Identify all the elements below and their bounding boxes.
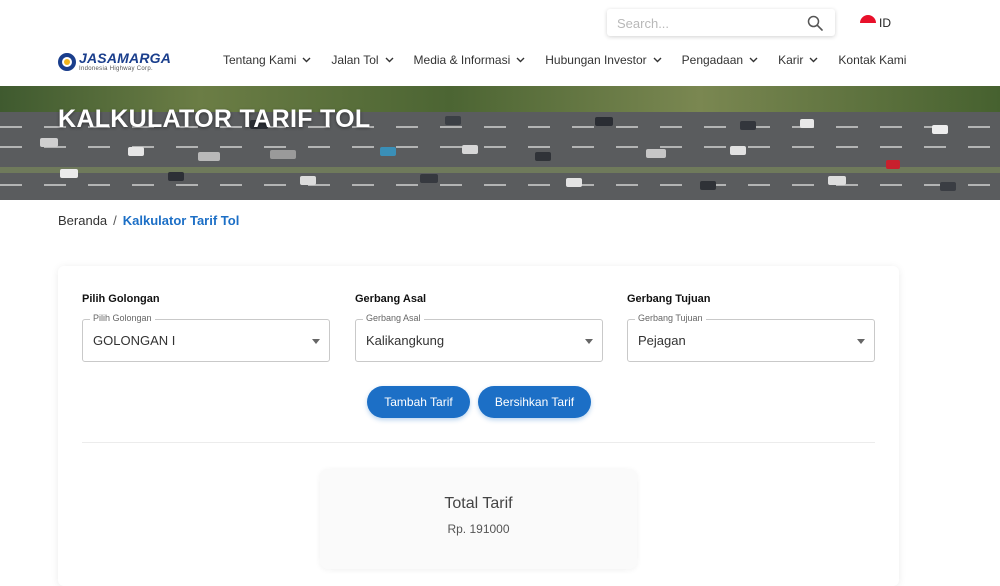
chevron-down-icon <box>653 57 662 63</box>
total-tarif-box: Total Tarif Rp. 191000 <box>320 469 637 569</box>
page-title: KALKULATOR TARIF TOL <box>58 105 371 133</box>
gerbang-asal-legend: Gerbang Asal <box>363 313 424 323</box>
chevron-down-icon <box>749 57 758 63</box>
golongan-field: Pilih Golongan Pilih Golongan GOLONGAN I <box>82 293 330 362</box>
gerbang-asal-field: Gerbang Asal Gerbang Asal Kalikangkung <box>355 293 603 362</box>
nav-tentang-kami[interactable]: Tentang Kami <box>223 53 311 67</box>
jasamarga-logo[interactable]: JASAMARGA Indonesia Highway Corp. <box>58 51 171 72</box>
chevron-down-icon <box>302 57 311 63</box>
chevron-down-icon <box>385 57 394 63</box>
logo-mark-icon <box>58 52 76 71</box>
nav-label: Tentang Kami <box>223 53 297 67</box>
nav-label: Hubungan Investor <box>545 53 647 67</box>
nav-jalan-tol[interactable]: Jalan Tol <box>331 53 394 67</box>
language-code: ID <box>879 16 891 30</box>
search-icon[interactable] <box>807 15 823 31</box>
hero-banner: KALKULATOR TARIF TOL <box>0 86 1000 200</box>
nav-label: Jalan Tol <box>331 53 379 67</box>
nav-kontak-kami[interactable]: Kontak Kami <box>838 53 906 67</box>
logo-name: JASAMARGA <box>79 50 172 66</box>
gerbang-tujuan-select[interactable]: Gerbang Tujuan Pejagan <box>627 313 875 362</box>
nav-label: Media & Informasi <box>413 53 511 67</box>
golongan-label: Pilih Golongan <box>82 293 160 305</box>
gerbang-tujuan-label: Gerbang Tujuan <box>627 293 711 305</box>
divider <box>82 442 875 443</box>
nav-hubungan-investor[interactable]: Hubungan Investor <box>545 53 662 67</box>
tambah-tarif-button[interactable]: Tambah Tarif <box>367 386 470 418</box>
gerbang-tujuan-value: Pejagan <box>638 333 686 348</box>
gerbang-asal-value: Kalikangkung <box>366 333 445 348</box>
breadcrumb-separator: / <box>113 213 117 228</box>
main-nav: Tentang Kami Jalan Tol Media & Informasi… <box>223 53 906 67</box>
language-switcher[interactable]: ID <box>860 14 891 32</box>
bersihkan-tarif-button[interactable]: Bersihkan Tarif <box>478 386 591 418</box>
golongan-legend: Pilih Golongan <box>90 313 155 323</box>
toll-calculator-card: Pilih Golongan Pilih Golongan GOLONGAN I… <box>58 266 899 586</box>
total-tarif-title: Total Tarif <box>444 495 513 512</box>
breadcrumb-home-link[interactable]: Beranda <box>58 213 107 228</box>
indonesia-flag-icon <box>860 15 876 31</box>
gerbang-tujuan-legend: Gerbang Tujuan <box>635 313 706 323</box>
search-box[interactable] <box>607 9 835 36</box>
chevron-down-icon <box>809 57 818 63</box>
nav-media-informasi[interactable]: Media & Informasi <box>414 53 526 67</box>
dropdown-caret-icon <box>585 339 593 344</box>
logo-tagline: Indonesia Highway Corp. <box>79 66 153 72</box>
dropdown-caret-icon <box>312 339 320 344</box>
site-header: ID JASAMARGA Indonesia Highway Corp. Ten… <box>0 0 1000 86</box>
golongan-select[interactable]: Pilih Golongan GOLONGAN I <box>82 313 330 362</box>
chevron-down-icon <box>516 57 525 63</box>
nav-label: Kontak Kami <box>838 53 907 67</box>
gerbang-asal-label: Gerbang Asal <box>355 293 427 305</box>
gerbang-tujuan-field: Gerbang Tujuan Gerbang Tujuan Pejagan <box>627 293 875 362</box>
nav-pengadaan[interactable]: Pengadaan <box>682 53 758 67</box>
breadcrumb-current: Kalkulator Tarif Tol <box>122 213 240 228</box>
breadcrumb: Beranda / Kalkulator Tarif Tol <box>58 213 239 228</box>
gerbang-asal-select[interactable]: Gerbang Asal Kalikangkung <box>355 313 603 362</box>
nav-label: Karir <box>778 53 804 67</box>
search-input[interactable] <box>617 14 797 32</box>
nav-karir[interactable]: Karir <box>778 53 818 67</box>
dropdown-caret-icon <box>857 339 865 344</box>
golongan-value: GOLONGAN I <box>93 333 176 348</box>
total-tarif-value: Rp. 191000 <box>447 522 510 536</box>
nav-label: Pengadaan <box>681 53 744 67</box>
